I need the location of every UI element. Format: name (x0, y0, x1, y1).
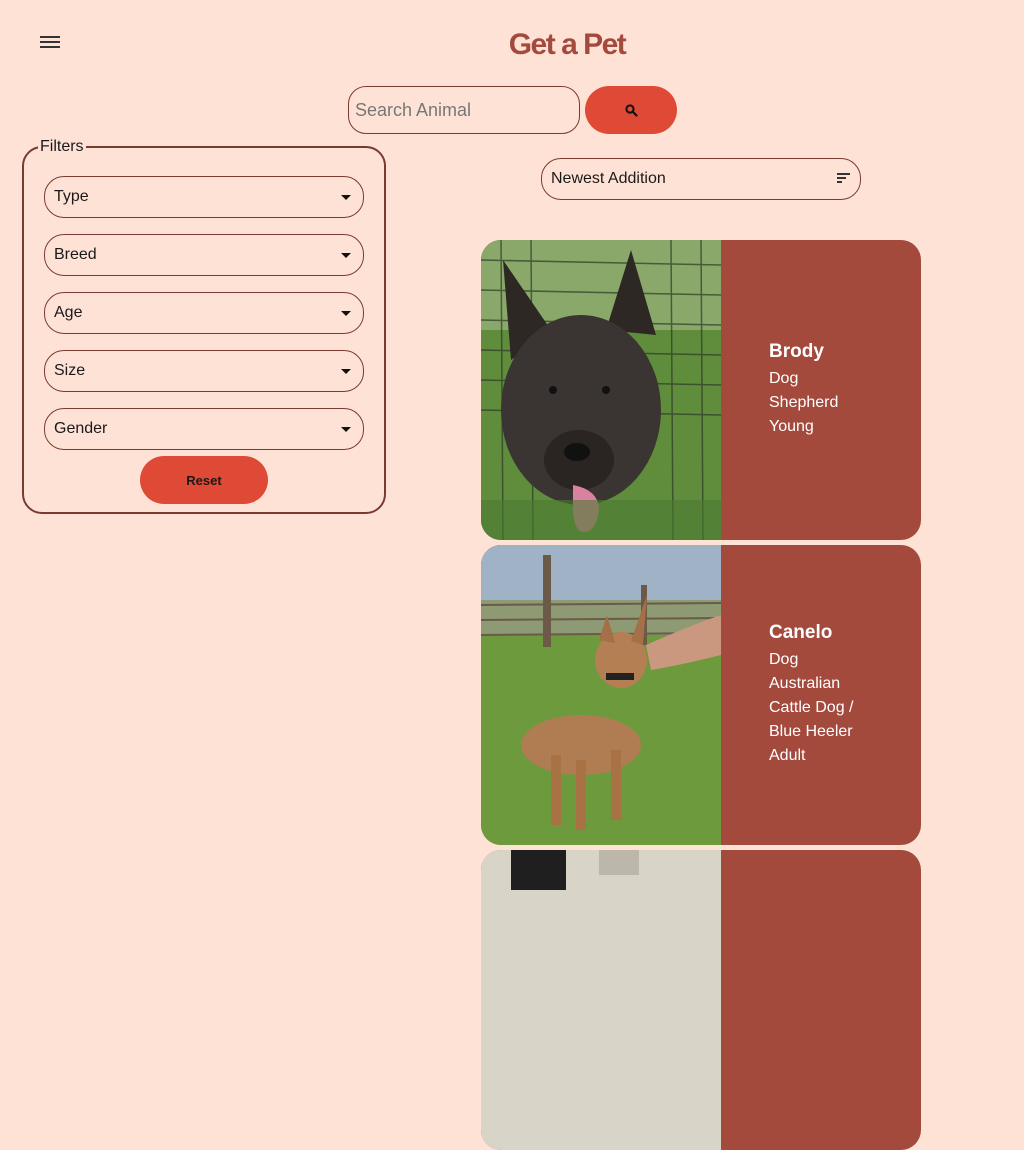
sort-select[interactable]: Newest Addition (541, 158, 861, 200)
reset-button[interactable]: Reset (140, 456, 268, 504)
type-select-label: Type (54, 188, 89, 205)
filters-legend: Filters (38, 138, 86, 156)
sort-select-label: Newest Addition (551, 170, 666, 187)
pet-type: Dog (769, 651, 799, 668)
pet-name: Brody (769, 341, 824, 362)
pet-card-partial[interactable] (481, 850, 921, 1150)
caret-down-icon (341, 427, 351, 432)
age-select[interactable]: Age (44, 292, 364, 334)
pet-info: Canelo Dog Australian Cattle Dog / Blue … (721, 545, 921, 845)
size-select-label: Size (54, 362, 86, 379)
size-select[interactable]: Size (44, 350, 364, 392)
pet-info (721, 850, 921, 1150)
pet-name: Canelo (769, 622, 833, 643)
pet-photo (481, 240, 721, 540)
search-icon (624, 103, 638, 117)
caret-down-icon (341, 195, 351, 200)
type-select[interactable]: Type (44, 176, 364, 218)
pet-photo (481, 850, 721, 1150)
pet-card-brody[interactable]: Brody Dog Shepherd Young (481, 240, 921, 540)
pet-type: Dog (769, 370, 799, 387)
pet-breed: Australian Cattle Dog / Blue Heeler (769, 675, 854, 740)
pet-age: Adult (769, 747, 806, 764)
pet-photo (481, 545, 721, 845)
gender-select-label: Gender (54, 420, 108, 437)
pet-breed: Shepherd (769, 394, 839, 411)
sort-icon (837, 173, 850, 185)
pet-info: Brody Dog Shepherd Young (721, 240, 921, 540)
gender-select[interactable]: Gender (44, 408, 364, 450)
search-input[interactable] (348, 86, 580, 134)
pet-age: Young (769, 418, 814, 435)
breed-select-label: Breed (54, 246, 97, 263)
caret-down-icon (341, 369, 351, 374)
age-select-label: Age (54, 304, 83, 321)
caret-down-icon (341, 311, 351, 316)
caret-down-icon (341, 253, 351, 258)
pet-card-canelo[interactable]: Canelo Dog Australian Cattle Dog / Blue … (481, 545, 921, 845)
filters-panel: Filters Type Breed Age Size Gender Reset (22, 138, 386, 514)
breed-select[interactable]: Breed (44, 234, 364, 276)
search-button[interactable] (585, 86, 677, 134)
page-title: Get a Pet (508, 28, 627, 61)
